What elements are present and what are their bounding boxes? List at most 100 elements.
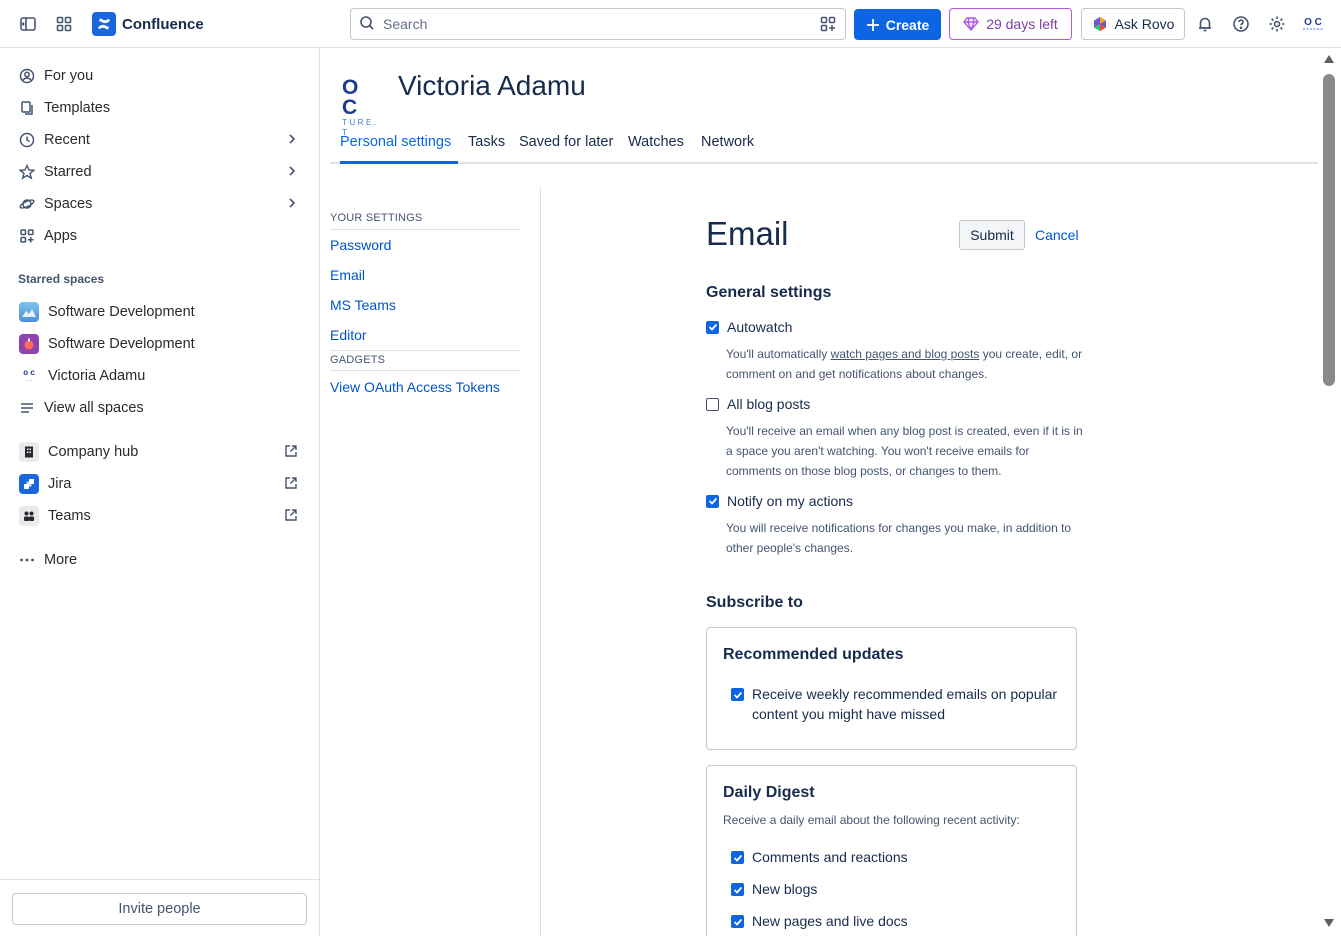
digest-option-new-blogs[interactable]: New blogs: [731, 879, 817, 899]
digest-new-pages-checkbox[interactable]: [731, 915, 744, 928]
sidebar-item-spaces[interactable]: Spaces: [12, 188, 308, 220]
external-link-icon: [285, 477, 297, 489]
scroll-down-arrow-icon[interactable]: [1323, 918, 1335, 928]
tab-personal-settings[interactable]: Personal settings: [340, 134, 458, 164]
ask-rovo-button[interactable]: Ask Rovo: [1081, 8, 1185, 40]
jira-logo-icon: [19, 474, 39, 494]
settings-link-editor[interactable]: Editor: [330, 327, 367, 343]
user-circle-icon: [19, 68, 35, 84]
sidebar-item-label: Starred: [44, 164, 92, 180]
digest-comments-checkbox[interactable]: [731, 851, 744, 864]
general-settings-heading: General settings: [706, 284, 832, 301]
search-input[interactable]: [383, 16, 803, 32]
digest-option-new-pages[interactable]: New pages and live docs: [731, 911, 908, 931]
avatar-subline-icon: [1303, 28, 1323, 30]
sidebar-item-starred[interactable]: Starred: [12, 156, 308, 188]
sidebar-item-label: Jira: [48, 476, 72, 492]
sidebar-item-recent[interactable]: Recent: [12, 124, 308, 156]
space-avatar-icon: o c- - -: [23, 368, 35, 383]
recommended-updates-checkbox[interactable]: [731, 688, 744, 701]
daily-digest-title: Daily Digest: [723, 784, 815, 801]
digest-option-comments[interactable]: Comments and reactions: [731, 847, 908, 867]
sidebar-link-jira[interactable]: Jira: [12, 468, 308, 500]
autowatch-checkbox[interactable]: [706, 320, 719, 334]
rovo-icon: [1093, 17, 1106, 31]
confluence-home-link[interactable]: Confluence: [92, 12, 204, 36]
diamond-icon: [963, 17, 980, 31]
tab-network[interactable]: Network: [701, 134, 754, 164]
sidebar-space-software-development-1[interactable]: Software Development: [12, 296, 308, 328]
teams-icon: [19, 506, 39, 526]
all-blog-posts-option[interactable]: All blog posts: [706, 396, 810, 412]
help-icon[interactable]: [1227, 10, 1255, 38]
sidebar-item-label: Teams: [48, 508, 91, 524]
autowatch-description: You'll automatically watch pages and blo…: [726, 347, 1083, 381]
recommended-updates-option[interactable]: Receive weekly recommended emails on pop…: [731, 684, 1061, 724]
tab-tasks[interactable]: Tasks: [468, 134, 505, 164]
tab-saved-for-later[interactable]: Saved for later: [519, 134, 613, 164]
sidebar-item-apps[interactable]: Apps: [12, 220, 308, 252]
settings-divider: [330, 229, 520, 230]
apps-icon: [20, 229, 34, 243]
trial-button[interactable]: 29 days left: [949, 8, 1072, 40]
settings-link-password[interactable]: Password: [330, 237, 391, 253]
sidebar-item-for-you[interactable]: For you: [12, 60, 308, 92]
settings-link-ms-teams[interactable]: MS Teams: [330, 297, 396, 313]
all-blog-posts-description: You'll receive an email when any blog po…: [726, 424, 1083, 478]
user-avatar[interactable]: O C: [1300, 12, 1326, 38]
digest-new-blogs-checkbox[interactable]: [731, 883, 744, 896]
building-icon: [19, 442, 39, 462]
autowatch-option[interactable]: Autowatch: [706, 319, 792, 335]
sidebar-space-software-development-2[interactable]: Software Development: [12, 328, 308, 360]
search-filter-icon[interactable]: [819, 15, 837, 36]
starred-spaces-heading: Starred spaces: [18, 272, 105, 286]
settings-divider: [330, 350, 520, 351]
sidebar-more[interactable]: More: [12, 544, 308, 576]
space-avatar-icon: [19, 334, 39, 354]
submit-button[interactable]: Submit: [959, 220, 1025, 250]
invite-people-button[interactable]: Invite people: [12, 893, 307, 925]
recommended-updates-label: Receive weekly recommended emails on pop…: [752, 686, 1058, 722]
chevron-right-icon: [289, 198, 296, 208]
recommended-updates-card: Recommended updates Receive weekly recom…: [706, 627, 1077, 750]
settings-link-oauth-tokens[interactable]: View OAuth Access Tokens: [330, 379, 500, 395]
notify-actions-label: Notify on my actions: [727, 493, 854, 509]
notifications-bell-icon[interactable]: [1191, 10, 1219, 38]
create-button[interactable]: Create: [854, 9, 941, 40]
daily-digest-card: Daily Digest Receive a daily email about…: [706, 765, 1077, 936]
main-content: O C TURE. T Victoria Adamu Personal sett…: [320, 48, 1341, 936]
create-label: Create: [885, 16, 930, 33]
app-switcher-icon[interactable]: [50, 10, 78, 38]
notify-actions-option[interactable]: Notify on my actions: [706, 493, 853, 509]
cancel-link[interactable]: Cancel: [1035, 227, 1079, 243]
templates-icon: [21, 101, 33, 115]
sidebar-view-all-spaces[interactable]: View all spaces: [12, 392, 308, 424]
sidebar-space-victoria-adamu[interactable]: o c- - - Victoria Adamu: [12, 360, 308, 392]
invite-footer: Invite people: [0, 879, 319, 936]
scroll-up-arrow-icon[interactable]: [1323, 54, 1335, 64]
sidebar-item-label: Apps: [44, 228, 78, 244]
sidebar-link-company-hub[interactable]: Company hub: [12, 436, 308, 468]
scrollbar-thumb[interactable]: [1323, 74, 1335, 386]
sidebar-toggle-icon[interactable]: [14, 10, 42, 38]
sidebar-link-teams[interactable]: Teams: [12, 500, 308, 532]
confluence-logo-icon: [92, 12, 116, 36]
settings-gear-icon[interactable]: [1263, 10, 1291, 38]
sidebar-item-label: Templates: [44, 100, 111, 116]
sidebar-item-label: Victoria Adamu: [48, 368, 146, 384]
sidebar-item-templates[interactable]: Templates: [12, 92, 308, 124]
chevron-right-icon: [289, 134, 296, 144]
all-blog-posts-checkbox[interactable]: [706, 397, 719, 411]
page-title: Victoria Adamu: [398, 70, 586, 101]
settings-divider: [330, 370, 520, 371]
watch-pages-link[interactable]: watch pages and blog posts: [831, 347, 980, 361]
trial-label: 29 days left: [986, 16, 1058, 32]
search-box[interactable]: [350, 8, 846, 40]
email-settings-title: Email: [706, 215, 789, 252]
clock-icon: [19, 132, 35, 148]
settings-link-email[interactable]: Email: [330, 267, 365, 283]
rovo-label: Ask Rovo: [1114, 16, 1175, 32]
daily-digest-subtitle: Receive a daily email about the followin…: [723, 813, 1020, 827]
notify-actions-checkbox[interactable]: [706, 494, 719, 508]
tab-watches[interactable]: Watches: [628, 134, 684, 164]
